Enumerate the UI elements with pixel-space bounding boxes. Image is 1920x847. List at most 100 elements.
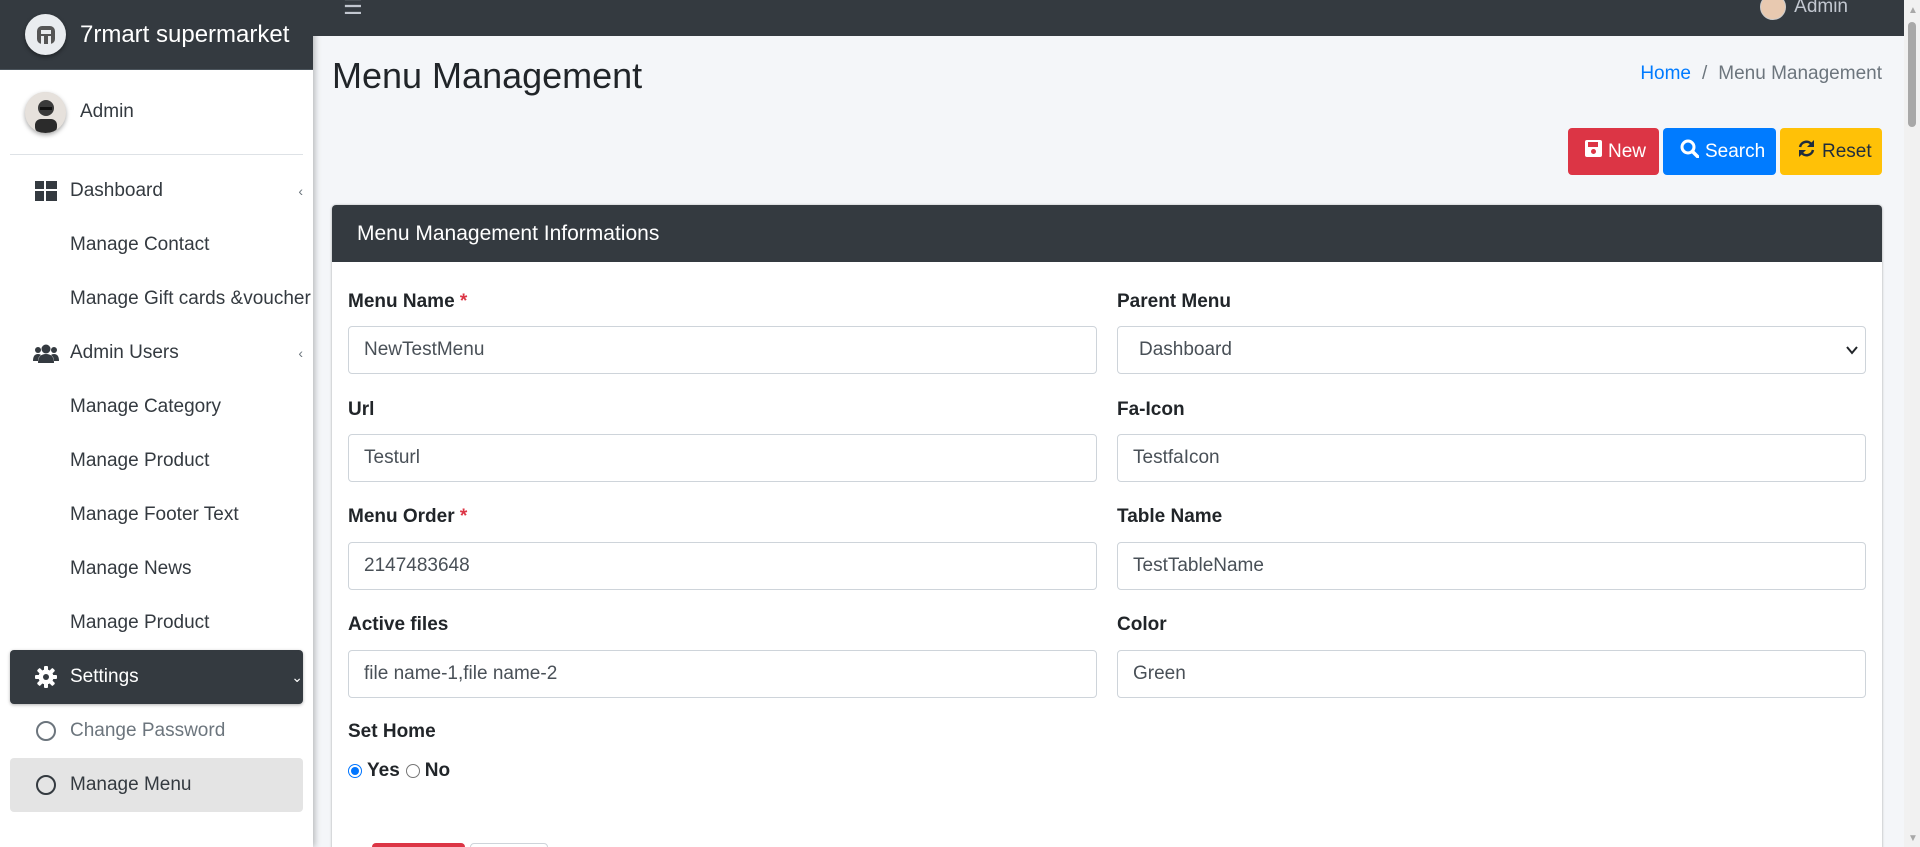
sidebar-item-admin-users[interactable]: Admin Users ‹ <box>10 326 303 380</box>
set-home-group: Set Home <box>348 721 436 743</box>
sidebar-item-label: Manage Product <box>70 450 210 471</box>
cancel-button[interactable] <box>470 843 548 847</box>
circle-icon <box>32 721 60 741</box>
table-name-group: Table Name <box>1117 506 1222 528</box>
users-icon <box>32 343 60 363</box>
reset-button[interactable]: Reset <box>1780 128 1882 175</box>
set-home-label: Set Home <box>348 721 436 742</box>
parent-menu-selected: Dashboard <box>1139 339 1232 360</box>
menu-name-group: Menu Name * <box>348 291 467 313</box>
new-button-label: New <box>1608 140 1647 162</box>
sidebar-item-label: Settings <box>70 666 139 687</box>
sidebar-item-label: Manage News <box>70 558 192 579</box>
save-icon <box>1585 140 1602 163</box>
sidebar-item-label: Manage Contact <box>70 234 210 255</box>
menu-order-input[interactable]: 2147483648 <box>348 542 1097 590</box>
sidebar-item-manage-category[interactable]: Manage Category <box>10 380 303 434</box>
save-button[interactable] <box>372 843 465 847</box>
active-files-input[interactable]: file name-1,file name-2 <box>348 650 1097 698</box>
brand-name: 7rmart supermarket <box>80 20 290 48</box>
search-icon <box>1680 139 1700 164</box>
scroll-thumb[interactable] <box>1908 22 1916 127</box>
gear-icon <box>32 666 60 688</box>
scroll-up-icon[interactable]: ▲ <box>1908 5 1918 16</box>
color-label: Color <box>1117 614 1167 635</box>
set-home-no-label: No <box>424 760 451 781</box>
set-home-radio-group: Yes No <box>348 760 450 782</box>
chevron-down-icon <box>1845 341 1859 363</box>
topbar-user-name: Admin <box>1794 0 1848 17</box>
table-name-label: Table Name <box>1117 506 1223 527</box>
set-home-no-radio[interactable] <box>405 764 420 778</box>
sidebar-item-manage-news[interactable]: Manage News <box>10 542 303 596</box>
sidebar-item-change-password[interactable]: Change Password <box>10 704 303 758</box>
brand-link[interactable]: 7rmart supermarket <box>0 0 313 70</box>
fa-icon-group: Fa-Icon <box>1117 399 1185 421</box>
fa-icon-input[interactable]: TestfaIcon <box>1117 434 1866 482</box>
menu-name-label: Menu Name * <box>348 291 468 312</box>
breadcrumb-current: Menu Management <box>1718 63 1882 84</box>
scroll-down-icon[interactable]: ▼ <box>1908 833 1918 844</box>
action-buttons: New Search Reset <box>1568 128 1882 175</box>
card-title: Menu Management Informations <box>332 205 1882 262</box>
url-label: Url <box>348 399 375 420</box>
chevron-left-icon: ‹ <box>298 183 303 199</box>
sidebar-item-label: Manage Category <box>70 396 222 417</box>
url-group: Url <box>348 399 374 421</box>
user-name: Admin <box>80 101 134 122</box>
menu-order-group: Menu Order * <box>348 506 467 528</box>
sidebar-item-dashboard[interactable]: Dashboard ‹ <box>10 164 303 218</box>
reset-button-label: Reset <box>1822 140 1872 162</box>
chevron-down-icon: ⌄ <box>291 669 303 685</box>
brand-logo-icon <box>25 14 66 55</box>
sidebar-item-manage-footer-text[interactable]: Manage Footer Text <box>10 488 303 542</box>
chevron-left-icon: ‹ <box>298 345 303 361</box>
search-button-label: Search <box>1705 140 1766 162</box>
avatar <box>1760 0 1787 20</box>
url-input[interactable]: Testurl <box>348 434 1097 482</box>
page-scrollbar[interactable]: ▲ ▼ <box>1904 0 1920 847</box>
dashboard-icon <box>32 181 60 201</box>
topbar: ☰ Admin <box>313 0 1904 36</box>
sidebar-item-settings[interactable]: Settings ⌄ <box>10 650 303 704</box>
set-home-yes-radio[interactable] <box>348 764 362 778</box>
avatar <box>25 91 66 133</box>
fa-icon-label: Fa-Icon <box>1117 399 1185 420</box>
active-files-label: Active files <box>348 614 449 635</box>
sidebar-item-label: Manage Gift cards &voucher <box>70 288 311 309</box>
sidebar-item-label: Manage Product <box>70 612 210 633</box>
breadcrumb-home-link[interactable]: Home <box>1640 63 1691 85</box>
sidebar-item-label: Admin Users <box>70 342 179 363</box>
new-button[interactable]: New <box>1568 128 1659 175</box>
color-input[interactable]: Green <box>1117 650 1866 698</box>
sidebar-item-manage-product-2[interactable]: Manage Product <box>10 596 303 650</box>
active-files-group: Active files <box>348 614 448 636</box>
sidebar-item-manage-menu[interactable]: Manage Menu <box>10 758 303 812</box>
breadcrumb: Home / Menu Management <box>1640 63 1882 85</box>
breadcrumb-separator: / <box>1702 63 1708 84</box>
sidebar: 7rmart supermarket Admin Dashboard ‹ Man… <box>0 0 313 847</box>
sidebar-nav: Dashboard ‹ Manage Contact Manage Gift c… <box>0 155 313 812</box>
page-title: Menu Management <box>332 55 643 96</box>
menu-form-card: Menu Management Informations Menu Name *… <box>332 205 1882 847</box>
sidebar-item-manage-contact[interactable]: Manage Contact <box>10 218 303 272</box>
search-button[interactable]: Search <box>1663 128 1776 175</box>
hamburger-menu-icon[interactable]: ☰ <box>343 0 363 20</box>
set-home-yes-label: Yes <box>367 760 400 781</box>
topbar-user-menu[interactable]: Admin <box>1760 0 1848 20</box>
parent-menu-label: Parent Menu <box>1117 291 1232 312</box>
sidebar-item-label: Manage Menu <box>70 774 192 795</box>
color-group: Color <box>1117 614 1167 636</box>
parent-menu-group: Parent Menu <box>1117 291 1231 313</box>
menu-name-input[interactable]: NewTestMenu <box>348 326 1097 374</box>
menu-order-label: Menu Order * <box>348 506 468 527</box>
circle-icon <box>32 775 60 795</box>
sidebar-item-label: Dashboard <box>70 180 163 201</box>
sidebar-item-label: Change Password <box>70 720 226 741</box>
user-panel[interactable]: Admin <box>10 70 303 155</box>
sidebar-item-manage-product[interactable]: Manage Product <box>10 434 303 488</box>
table-name-input[interactable]: TestTableName <box>1117 542 1866 590</box>
sidebar-item-manage-gift-cards[interactable]: Manage Gift cards &voucher <box>10 272 311 326</box>
refresh-icon <box>1797 139 1816 164</box>
parent-menu-select[interactable]: Dashboard <box>1117 326 1866 374</box>
